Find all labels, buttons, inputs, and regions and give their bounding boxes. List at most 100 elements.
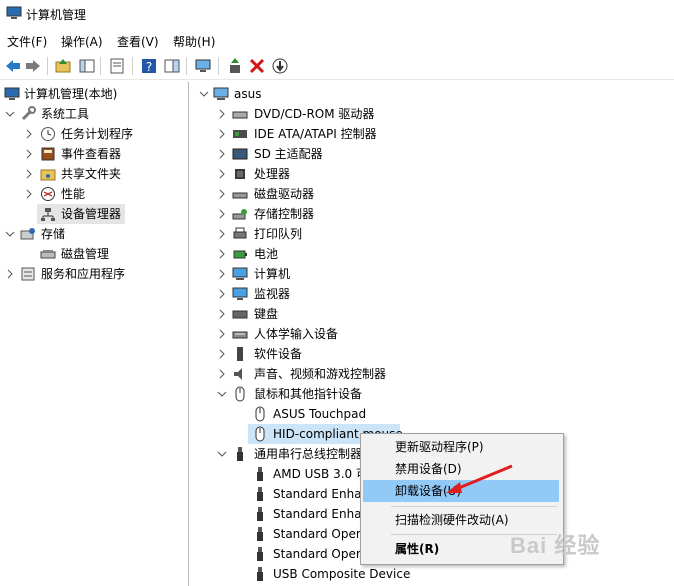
- tree-item-disk-management[interactable]: 磁盘管理: [0, 244, 188, 264]
- chevron-right-icon[interactable]: [217, 324, 227, 344]
- shared-folder-icon: [40, 169, 56, 181]
- tree-root-label: 计算机管理(本地): [24, 87, 118, 101]
- chevron-down-icon[interactable]: [217, 384, 227, 404]
- chevron-right-icon[interactable]: [24, 164, 34, 184]
- device-tree-root[interactable]: asus: [192, 84, 672, 104]
- storage-icon: [20, 228, 35, 240]
- usb-icon: [257, 467, 263, 481]
- device-category-software[interactable]: 软件设备: [192, 344, 672, 364]
- chevron-down-icon[interactable]: [5, 104, 15, 124]
- services-icon: [21, 267, 35, 281]
- mouse-icon: [255, 406, 265, 422]
- chevron-right-icon[interactable]: [217, 164, 227, 184]
- update-driver-icon[interactable]: [226, 57, 244, 75]
- left-navigation-tree: 计算机管理(本地) 系统工具 任务计划程序 事件查看器 共享文件夹 性能 设备管…: [0, 82, 189, 586]
- menu-help[interactable]: 帮助(H): [173, 33, 215, 50]
- up-folder-icon[interactable]: [54, 57, 72, 75]
- battery-icon: [233, 250, 247, 259]
- usb-icon: [257, 487, 263, 501]
- device-category-print-queues[interactable]: 打印队列: [192, 224, 672, 244]
- device-category-computer[interactable]: 计算机: [192, 264, 672, 284]
- device-category-keyboards[interactable]: 键盘: [192, 304, 672, 324]
- title-bar: 计算机管理: [0, 0, 674, 28]
- chevron-right-icon[interactable]: [217, 224, 227, 244]
- chevron-right-icon[interactable]: [24, 184, 34, 204]
- storage-controller-icon: [232, 209, 247, 220]
- menu-update-driver[interactable]: 更新驱动程序(P): [363, 436, 559, 458]
- disk-icon: [40, 250, 56, 259]
- chevron-right-icon[interactable]: [217, 284, 227, 304]
- menu-action[interactable]: 操作(A): [61, 33, 103, 50]
- device-category-batteries[interactable]: 电池: [192, 244, 672, 264]
- chevron-right-icon[interactable]: [217, 364, 227, 384]
- show-tree-icon[interactable]: [78, 57, 96, 75]
- tools-icon: [21, 106, 36, 121]
- disk-drive-icon: [232, 192, 248, 199]
- tree-item-task-scheduler[interactable]: 任务计划程序: [0, 124, 188, 144]
- device-asus-touchpad[interactable]: ASUS Touchpad: [192, 404, 672, 424]
- window-title: 计算机管理: [26, 8, 87, 22]
- help-icon[interactable]: ?: [140, 57, 158, 75]
- chevron-right-icon[interactable]: [217, 104, 227, 124]
- device-usb-composite[interactable]: USB Composite Device: [192, 564, 672, 584]
- event-viewer-icon: [41, 147, 55, 161]
- menu-file[interactable]: 文件(F): [7, 33, 47, 50]
- forward-icon[interactable]: [24, 57, 42, 75]
- download-icon[interactable]: [271, 57, 289, 75]
- usb-icon: [237, 447, 243, 461]
- show-action-pane-icon[interactable]: [163, 57, 181, 75]
- device-category-dvd[interactable]: DVD/CD-ROM 驱动器: [192, 104, 672, 124]
- tree-item-services-applications[interactable]: 服务和应用程序: [0, 264, 188, 284]
- watermark: Bai 经验: [510, 533, 601, 558]
- speaker-icon: [234, 368, 242, 380]
- chevron-down-icon[interactable]: [217, 444, 227, 464]
- chevron-right-icon[interactable]: [217, 144, 227, 164]
- tree-item-performance[interactable]: 性能: [0, 184, 188, 204]
- chevron-right-icon[interactable]: [217, 124, 227, 144]
- dvd-drive-icon: [232, 111, 248, 119]
- device-category-sound[interactable]: 声音、视频和游戏控制器: [192, 364, 672, 384]
- device-category-monitors[interactable]: 监视器: [192, 284, 672, 304]
- chevron-right-icon[interactable]: [217, 184, 227, 204]
- chevron-right-icon[interactable]: [217, 344, 227, 364]
- device-category-storage-controllers[interactable]: 存储控制器: [192, 204, 672, 224]
- chevron-right-icon[interactable]: [24, 144, 34, 164]
- ide-controller-icon: [233, 130, 247, 138]
- device-manager-icon: [41, 208, 55, 221]
- toolbar: ?: [0, 53, 674, 80]
- chevron-right-icon[interactable]: [217, 304, 227, 324]
- device-category-sd[interactable]: SD 主适配器: [192, 144, 672, 164]
- device-category-ide[interactable]: IDE ATA/ATAPI 控制器: [192, 124, 672, 144]
- chevron-right-icon[interactable]: [24, 124, 34, 144]
- tree-item-event-viewer[interactable]: 事件查看器: [0, 144, 188, 164]
- sd-adapter-icon: [232, 148, 248, 160]
- computer-management-icon: [4, 87, 20, 100]
- tree-item-system-tools[interactable]: 系统工具: [0, 104, 188, 124]
- tree-root[interactable]: 计算机管理(本地): [0, 84, 188, 104]
- monitor-icon[interactable]: [194, 57, 212, 75]
- device-category-hid[interactable]: 人体学输入设备: [192, 324, 672, 344]
- chevron-right-icon[interactable]: [217, 264, 227, 284]
- tree-item-device-manager[interactable]: 设备管理器: [37, 204, 125, 224]
- chevron-down-icon[interactable]: [199, 84, 209, 104]
- chevron-right-icon[interactable]: [217, 204, 227, 224]
- menu-view[interactable]: 查看(V): [117, 33, 159, 50]
- uninstall-icon[interactable]: [248, 57, 266, 75]
- mouse-icon: [235, 386, 245, 402]
- chevron-right-icon[interactable]: [5, 264, 15, 284]
- device-category-disk-drives[interactable]: 磁盘驱动器: [192, 184, 672, 204]
- mouse-icon: [255, 426, 265, 442]
- tree-item-shared-folders[interactable]: 共享文件夹: [0, 164, 188, 184]
- tree-item-storage[interactable]: 存储: [0, 224, 188, 244]
- back-icon[interactable]: [4, 57, 22, 75]
- performance-icon: [41, 187, 55, 201]
- device-category-mice[interactable]: 鼠标和其他指针设备: [192, 384, 672, 404]
- annotation-arrow-icon: [446, 464, 513, 493]
- computer-icon: [232, 267, 248, 280]
- chevron-down-icon[interactable]: [5, 224, 15, 244]
- svg-text:?: ?: [146, 60, 152, 74]
- properties-icon[interactable]: [108, 57, 126, 75]
- chevron-right-icon[interactable]: [217, 244, 227, 264]
- usb-icon: [257, 567, 263, 581]
- device-category-processor[interactable]: 处理器: [192, 164, 672, 184]
